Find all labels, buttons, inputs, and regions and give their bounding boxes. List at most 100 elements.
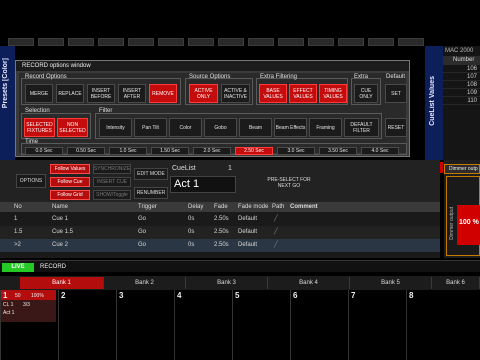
cuelist-values-sidebar[interactable]: CueList Values	[425, 46, 443, 160]
playback-fader-1[interactable]: 1 50 100% CL 1 3/3 Act 1	[0, 290, 58, 360]
bank-5-tab[interactable]: Bank 5	[350, 277, 432, 289]
table-row[interactable]: 1.5 Cue 1.5 Go 0s 2.50s Default ╱	[0, 226, 440, 239]
path-icon: ╱	[274, 229, 278, 235]
effect-values-button[interactable]: EFFECT VALUES	[289, 84, 317, 103]
toolbar-button[interactable]	[338, 38, 364, 46]
path-icon: ╱	[274, 242, 278, 248]
timing-values-button[interactable]: TIMING VALUES	[319, 84, 347, 103]
cuelist-number: 1	[228, 165, 232, 172]
fader-count: 3/3	[23, 302, 30, 308]
mode-bar: LIVE RECORD	[0, 260, 480, 272]
filter-framing-button[interactable]: Framing	[309, 118, 342, 137]
bank-4-tab[interactable]: Bank 4	[268, 277, 350, 289]
playback-fader-8[interactable]: 8	[406, 290, 480, 360]
default-label: Default	[386, 74, 406, 80]
filter-beam-button[interactable]: Beam	[239, 118, 272, 137]
fader-cuelist: CL 1	[3, 302, 14, 308]
insert-after-button[interactable]: INSERT AFTER	[118, 84, 146, 103]
playback-fader-5[interactable]: 5	[232, 290, 290, 360]
toolbar-button[interactable]	[68, 38, 94, 46]
table-row[interactable]: 1 Cue 1 Go 0s 2.50s Default ╱	[0, 213, 440, 226]
toolbar-button[interactable]	[188, 38, 214, 46]
fixture-row[interactable]: 109	[443, 89, 480, 97]
show-toggle-button[interactable]: SHOW/Toggle	[93, 190, 131, 200]
active-inactive-button[interactable]: ACTIVE & INACTIVE	[221, 84, 250, 103]
table-row[interactable]: >2 Cue 2 Go 0s 2.50s Default ╱	[0, 239, 440, 252]
fixture-row[interactable]: 110	[443, 97, 480, 105]
cue-delay: 0s	[188, 242, 195, 248]
filter-label: Filter	[99, 108, 113, 114]
toolbar-button[interactable]	[38, 38, 64, 46]
bank-6-tab[interactable]: Bank 6	[432, 277, 480, 289]
time-2-button[interactable]: 2.0 Sec	[193, 147, 231, 155]
filter-color-button[interactable]: Color	[169, 118, 202, 137]
merge-button[interactable]: MERGE	[25, 84, 53, 103]
fixture-row[interactable]: 108	[443, 81, 480, 89]
bank-1-tab[interactable]: Bank 1	[20, 277, 104, 289]
preselect-next-go-button[interactable]: PRE-SELECT FOR NEXT GO	[266, 174, 312, 192]
playback-fader-2[interactable]: 2	[58, 290, 116, 360]
time-2-5-button[interactable]: 2.50 Sec	[235, 147, 273, 155]
playback-fader-3[interactable]: 3	[116, 290, 174, 360]
synchronize-button[interactable]: SYNCHRONIZE	[93, 164, 131, 174]
time-0-button[interactable]: 0.0 Sec	[25, 147, 63, 155]
time-1-5-button[interactable]: 1.50 Sec	[151, 147, 189, 155]
time-3-5-button[interactable]: 3.50 Sec	[319, 147, 357, 155]
base-values-button[interactable]: BASE VALUES	[259, 84, 287, 103]
options-button[interactable]: OPTIONS	[16, 174, 46, 188]
filter-beam-effects-button[interactable]: Beam Effects	[274, 118, 307, 137]
toolbar-button[interactable]	[98, 38, 124, 46]
non-selected-button[interactable]: NON SELECTED	[57, 118, 88, 137]
follow-grid-button[interactable]: Follow Grid	[50, 190, 90, 200]
toolbar-button[interactable]	[248, 38, 274, 46]
fixture-row[interactable]: 107	[443, 73, 480, 81]
header-name: Name	[52, 204, 69, 210]
toolbar-button[interactable]	[368, 38, 394, 46]
renumber-button[interactable]: RENUMBER	[134, 187, 168, 199]
insert-before-button[interactable]: INSERT BEFORE	[87, 84, 115, 103]
toolbar-button[interactable]	[158, 38, 184, 46]
filter-pan-tilt-button[interactable]: Pan Tilt	[134, 118, 167, 137]
time-3-button[interactable]: 3.0 Sec	[277, 147, 315, 155]
time-1-button[interactable]: 1.0 Sec	[109, 147, 147, 155]
extra-filtering-label: Extra Filtering	[260, 74, 298, 80]
selected-fixtures-button[interactable]: SELECTED FIXTURES	[24, 118, 55, 137]
toolbar-button[interactable]	[218, 38, 244, 46]
fixture-row[interactable]: 106	[443, 65, 480, 73]
playback-fader-7[interactable]: 7	[348, 290, 406, 360]
toolbar-button[interactable]	[308, 38, 334, 46]
time-0-5-button[interactable]: 0.50 Sec	[67, 147, 105, 155]
cuelist-name-field[interactable]: Act 1	[170, 176, 236, 193]
toolbar-button[interactable]	[128, 38, 154, 46]
live-indicator[interactable]: LIVE	[2, 263, 34, 272]
filter-gobo-button[interactable]: Gobo	[204, 118, 237, 137]
playback-fader-4[interactable]: 4	[174, 290, 232, 360]
toolbar-button[interactable]	[278, 38, 304, 46]
time-4-button[interactable]: 4.0 Sec	[361, 147, 399, 155]
cue-only-button[interactable]: CUE ONLY	[354, 84, 378, 103]
cue-fade-mode: Default	[238, 216, 258, 222]
cue-name: Cue 1	[52, 216, 69, 222]
default-filter-button[interactable]: DEFAULT FILTER	[344, 118, 379, 137]
bank-2-tab[interactable]: Bank 2	[104, 277, 186, 289]
active-only-button[interactable]: ACTIVE ONLY	[189, 84, 218, 103]
bank-3-tab[interactable]: Bank 3	[186, 277, 268, 289]
dimmer-side-label: Dimmer output	[449, 207, 455, 240]
replace-button[interactable]: REPLACE	[56, 84, 84, 103]
insert-cue-button[interactable]: INSERT CUE	[93, 177, 131, 187]
set-button[interactable]: SET	[385, 84, 407, 103]
filter-intensity-button[interactable]: Intensity	[99, 118, 132, 137]
toolbar-button[interactable]	[398, 38, 424, 46]
follow-values-button[interactable]: Follow Values	[50, 164, 90, 174]
cuelist-window: OPTIONS Follow Values Follow Cue Follow …	[0, 160, 440, 258]
cuelist-values-label: CueList Values	[429, 76, 436, 126]
dimmer-value[interactable]: 100 %	[457, 205, 480, 245]
toolbar-button[interactable]	[8, 38, 34, 46]
edit-mode-button[interactable]: EDIT MODE	[134, 168, 168, 180]
presets-sidebar[interactable]: Presets [Color]	[0, 46, 15, 160]
remove-button[interactable]: REMOVE	[149, 84, 177, 103]
reset-button[interactable]: RESET	[385, 118, 407, 137]
playback-fader-6[interactable]: 6	[290, 290, 348, 360]
follow-cue-button[interactable]: Follow Cue	[50, 177, 90, 187]
record-options-window: RECORD options window Record Options MER…	[15, 60, 410, 157]
